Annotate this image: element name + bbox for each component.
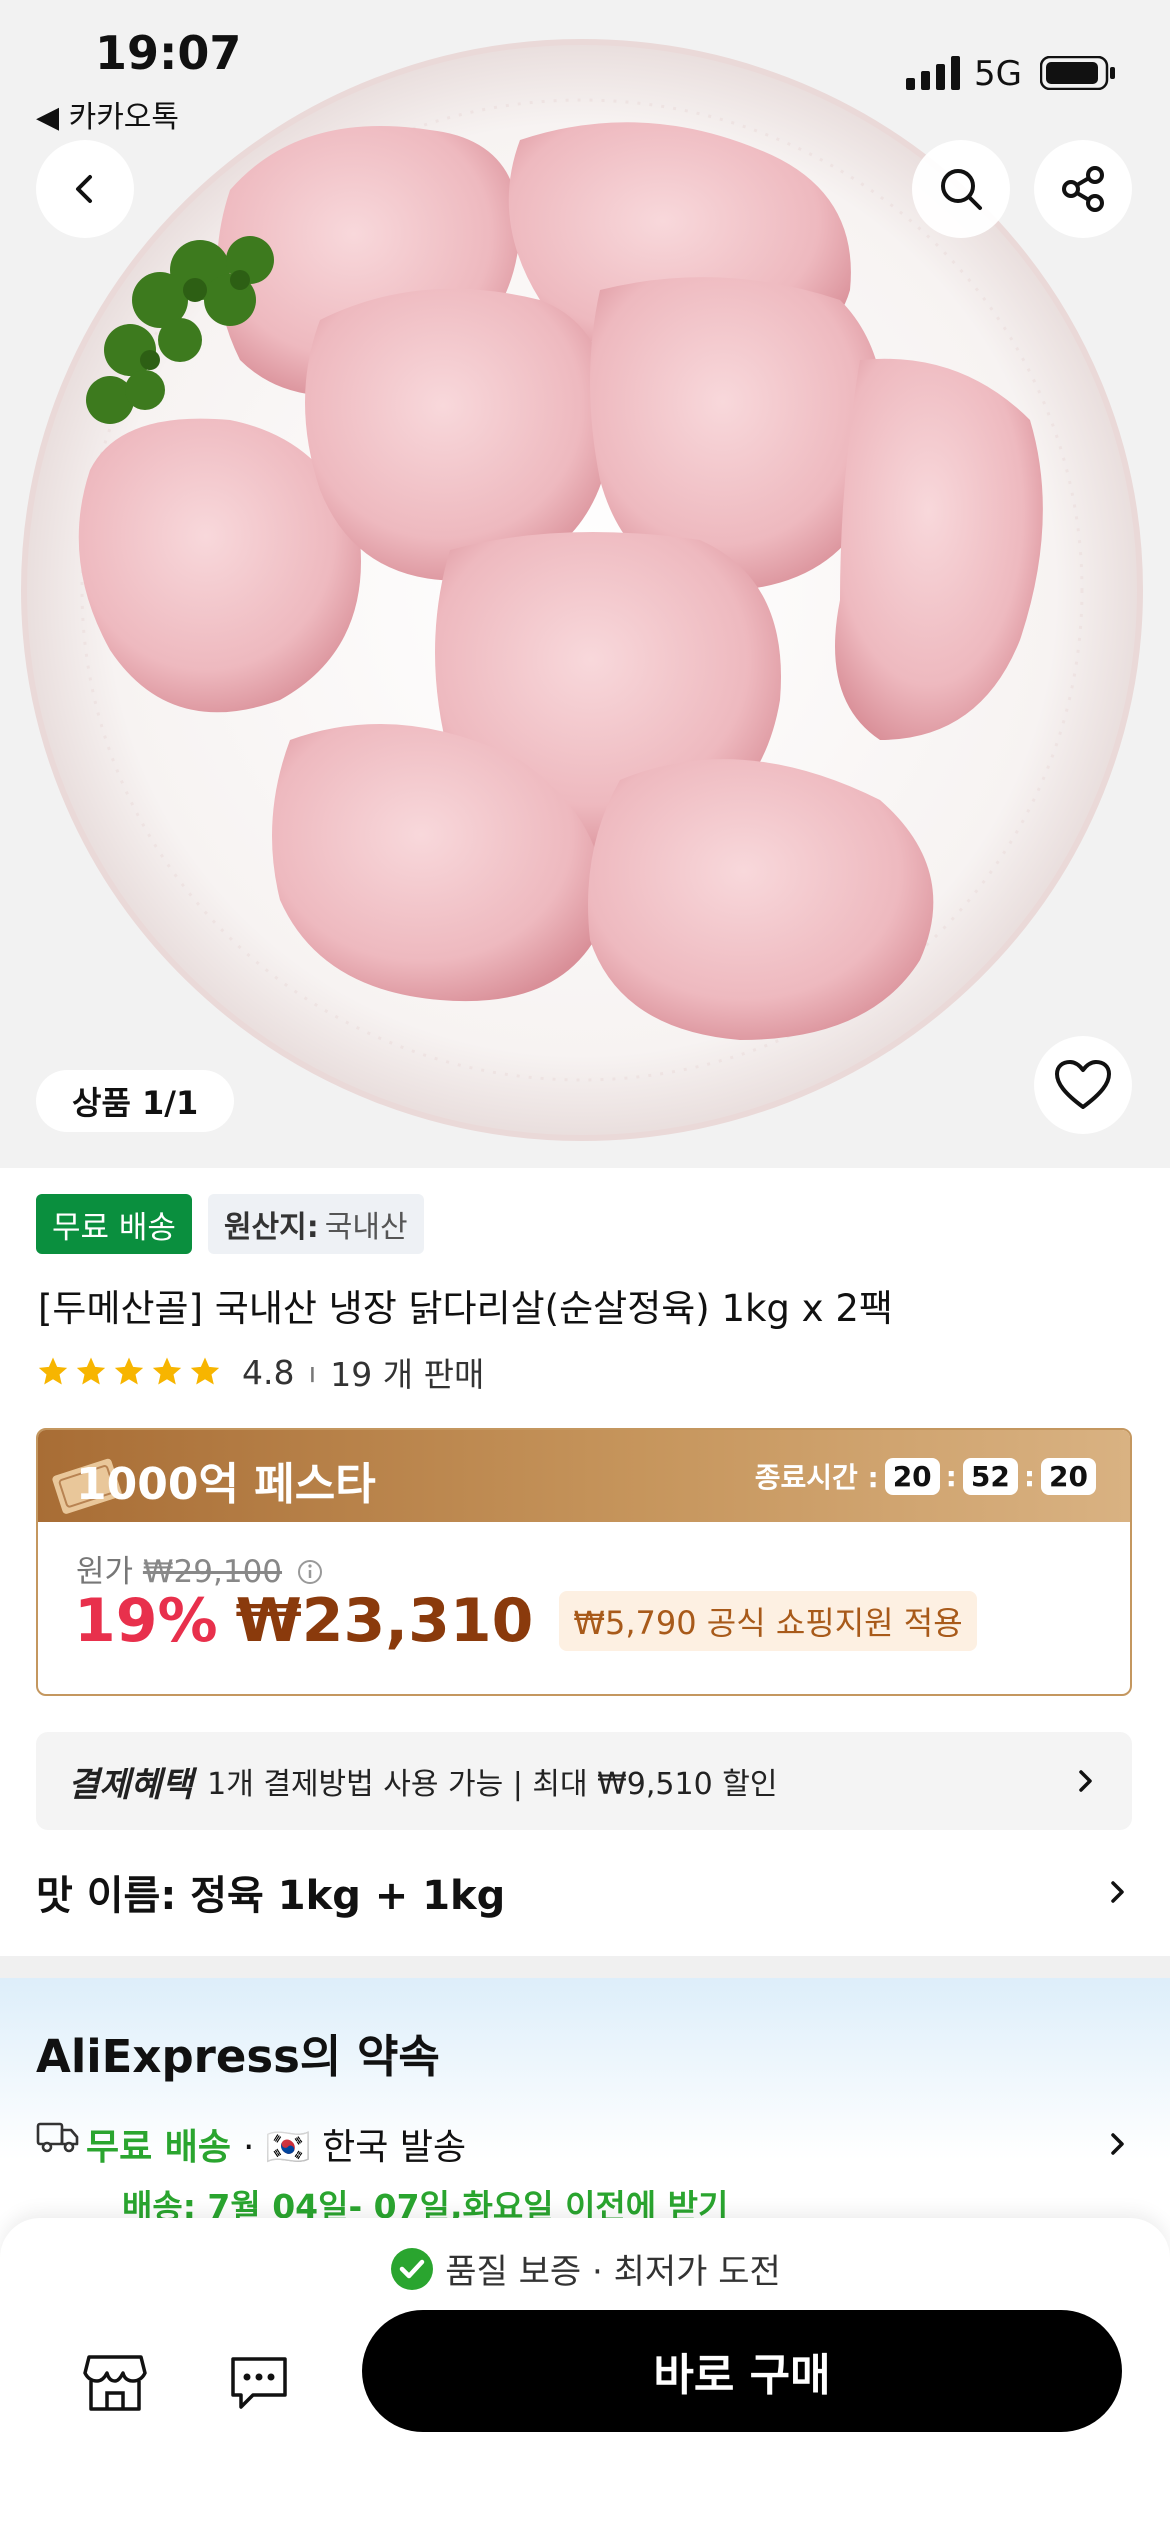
product-title: [두메산골] 국내산 냉장 닭다리살(순살정육) 1kg x 2팩 (38, 1287, 893, 1330)
ship-from: · 🇰🇷 한국 발송 (243, 2127, 467, 2168)
rating-row[interactable]: 4.8 ı 19 개 판매 (36, 1348, 484, 1396)
chat-icon (231, 2357, 287, 2409)
price-box: 1000억 페스타 종료시간 : 20: 52: 20 원가 ₩29,100 1… (36, 1428, 1132, 1696)
timer-seconds: 20 (1041, 1457, 1096, 1495)
rating-separator: ı (308, 1355, 317, 1389)
payment-benefit-title: 결제혜택 (68, 1764, 194, 1805)
back-button[interactable] (36, 140, 134, 238)
origin-value: 국내산 (324, 1210, 408, 1245)
discount-percent: 19% (74, 1586, 218, 1656)
chat-button[interactable] (214, 2338, 304, 2428)
chevron-right-icon (1111, 2133, 1124, 2155)
section-divider (0, 1956, 1170, 1978)
chevron-right-icon (1079, 1770, 1092, 1792)
origin-badge: 원산지: 국내산 (207, 1194, 424, 1254)
countdown-timer: 종료시간 : 20: 52: 20 (755, 1456, 1102, 1496)
star-icon (190, 1357, 220, 1385)
timer-hours: 20 (884, 1457, 940, 1495)
store-icon (83, 2355, 147, 2411)
origin-label: 원산지: (223, 1210, 319, 1245)
truck-icon (36, 2122, 79, 2153)
sold-count: 19 개 판매 (330, 1355, 485, 1394)
festa-header: 1000억 페스타 종료시간 : 20: 52: 20 (38, 1430, 1130, 1522)
battery-icon (1040, 56, 1115, 90)
guarantee-text: 품질 보증 · 최저가 도전 (445, 2252, 781, 2292)
signal-icon (906, 56, 960, 90)
rating-value: 4.8 (242, 1352, 295, 1392)
star-icon (76, 1357, 106, 1385)
network-label: 5G (974, 54, 1022, 94)
star-icon (38, 1357, 68, 1385)
rating-stars (36, 1355, 222, 1389)
payment-benefit-row[interactable]: 결제혜택 1개 결제방법 사용 가능 | 최대 ₩9,510 할인 (36, 1732, 1132, 1830)
promise-title: AliExpress의 약속 (36, 2030, 440, 2083)
star-icon (152, 1357, 182, 1385)
chevron-left-icon (76, 175, 92, 203)
share-icon (1062, 166, 1104, 212)
product-badges: 무료 배송 원산지: 국내산 (36, 1194, 424, 1254)
price-line: 19% ₩23,310 ₩5,790 공식 쇼핑지원 적용 (74, 1586, 977, 1656)
payment-benefit-text: 1개 결제방법 사용 가능 | 최대 ₩9,510 할인 (207, 1767, 778, 1802)
chevron-right-icon (1111, 1881, 1124, 1903)
free-shipping-badge: 무료 배송 (36, 1194, 192, 1254)
bottom-action-bar: 품질 보증 · 최저가 도전 바로 구매 (0, 2218, 1170, 2532)
original-price-row: 원가 ₩29,100 (76, 1546, 324, 1591)
search-button[interactable] (912, 140, 1010, 238)
aliexpress-promise-section: AliExpress의 약속 무료 배송 · 🇰🇷 한국 발송 배송: 7월 0… (0, 1978, 1170, 2238)
heart-icon (1055, 1060, 1111, 1109)
shipping-row[interactable]: 무료 배송 · 🇰🇷 한국 발송 (36, 2118, 1132, 2170)
option-text: 맛 이름: 정육 1kg + 1kg (36, 1873, 506, 1919)
product-image-gallery[interactable]: 19:07 ◀ 카카오톡 5G 상품 1/1 (0, 0, 1170, 1168)
timer-minutes: 52 (962, 1457, 1018, 1495)
check-badge-icon (391, 2247, 434, 2290)
subsidy-badge: ₩5,790 공식 쇼핑지원 적용 (559, 1591, 977, 1651)
original-price-label: 원가 (76, 1554, 134, 1590)
status-bar: 19:07 ◀ 카카오톡 5G (0, 0, 1170, 140)
sale-price: ₩23,310 (235, 1586, 534, 1656)
back-to-app-link[interactable]: ◀ 카카오톡 (36, 92, 179, 136)
info-icon[interactable] (296, 1558, 324, 1586)
store-button[interactable] (70, 2338, 160, 2428)
star-icon (114, 1357, 144, 1385)
image-counter: 상품 1/1 (36, 1070, 235, 1132)
promise-free-shipping: 무료 배송 (86, 2127, 232, 2168)
quality-guarantee: 품질 보증 · 최저가 도전 (0, 2244, 1170, 2293)
status-time: 19:07 (95, 26, 242, 80)
original-price: ₩29,100 (142, 1554, 283, 1590)
option-selector[interactable]: 맛 이름: 정육 1kg + 1kg (36, 1862, 1132, 1922)
festa-title: 1000억 페스타 (76, 1459, 376, 1510)
share-button[interactable] (1034, 140, 1132, 238)
search-icon (941, 169, 982, 210)
wishlist-button[interactable] (1034, 1036, 1132, 1134)
timer-label: 종료시간 : (754, 1461, 879, 1494)
buy-now-button[interactable]: 바로 구매 (362, 2310, 1122, 2432)
